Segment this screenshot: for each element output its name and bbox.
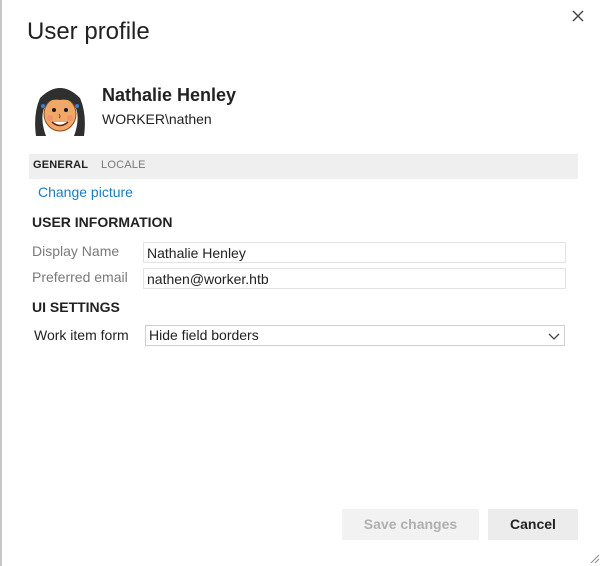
tab-locale[interactable]: LOCALE <box>101 159 146 171</box>
chevron-down-icon <box>548 333 560 340</box>
dialog-title: User profile <box>27 18 150 45</box>
preferred-email-label: Preferred email <box>32 269 128 285</box>
display-name-input[interactable] <box>143 242 566 263</box>
change-picture-link[interactable]: Change picture <box>38 184 133 200</box>
resize-grip-icon[interactable] <box>589 553 600 564</box>
user-profile-dialog: User profile Nathalie Henley WORKER\nath… <box>0 0 601 566</box>
display-name-label: Display Name <box>32 243 120 259</box>
work-item-form-value: Hide field borders <box>149 327 259 343</box>
user-name: Nathalie Henley <box>102 85 237 105</box>
user-information-heading: USER INFORMATION <box>32 214 173 230</box>
ui-settings-heading: UI SETTINGS <box>32 299 120 315</box>
user-account: WORKER\nathen <box>102 111 212 127</box>
tab-general[interactable]: GENERAL <box>33 159 88 171</box>
work-item-form-label: Work item form <box>34 327 129 343</box>
work-item-form-select[interactable]: Hide field borders <box>145 325 565 346</box>
save-changes-button[interactable]: Save changes <box>342 509 479 540</box>
tab-bar: GENERAL LOCALE <box>29 154 578 179</box>
close-icon <box>572 10 584 22</box>
preferred-email-input[interactable] <box>143 268 566 289</box>
avatar-icon <box>35 88 85 136</box>
avatar <box>30 80 90 140</box>
close-button[interactable] <box>568 6 588 26</box>
cancel-button[interactable]: Cancel <box>488 509 578 540</box>
